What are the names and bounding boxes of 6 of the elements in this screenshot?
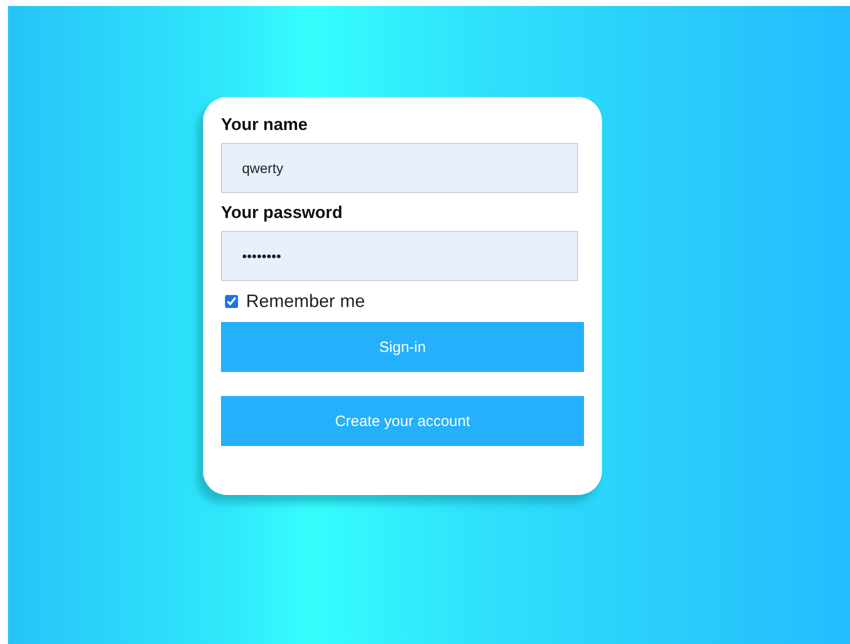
name-field[interactable]: qwerty [221, 143, 578, 193]
password-field[interactable]: •••••••• [221, 231, 578, 281]
remember-label: Remember me [246, 291, 366, 312]
remember-checkbox[interactable] [225, 295, 238, 308]
field-label: Your name [221, 115, 309, 135]
field-label: Your password [221, 203, 344, 223]
